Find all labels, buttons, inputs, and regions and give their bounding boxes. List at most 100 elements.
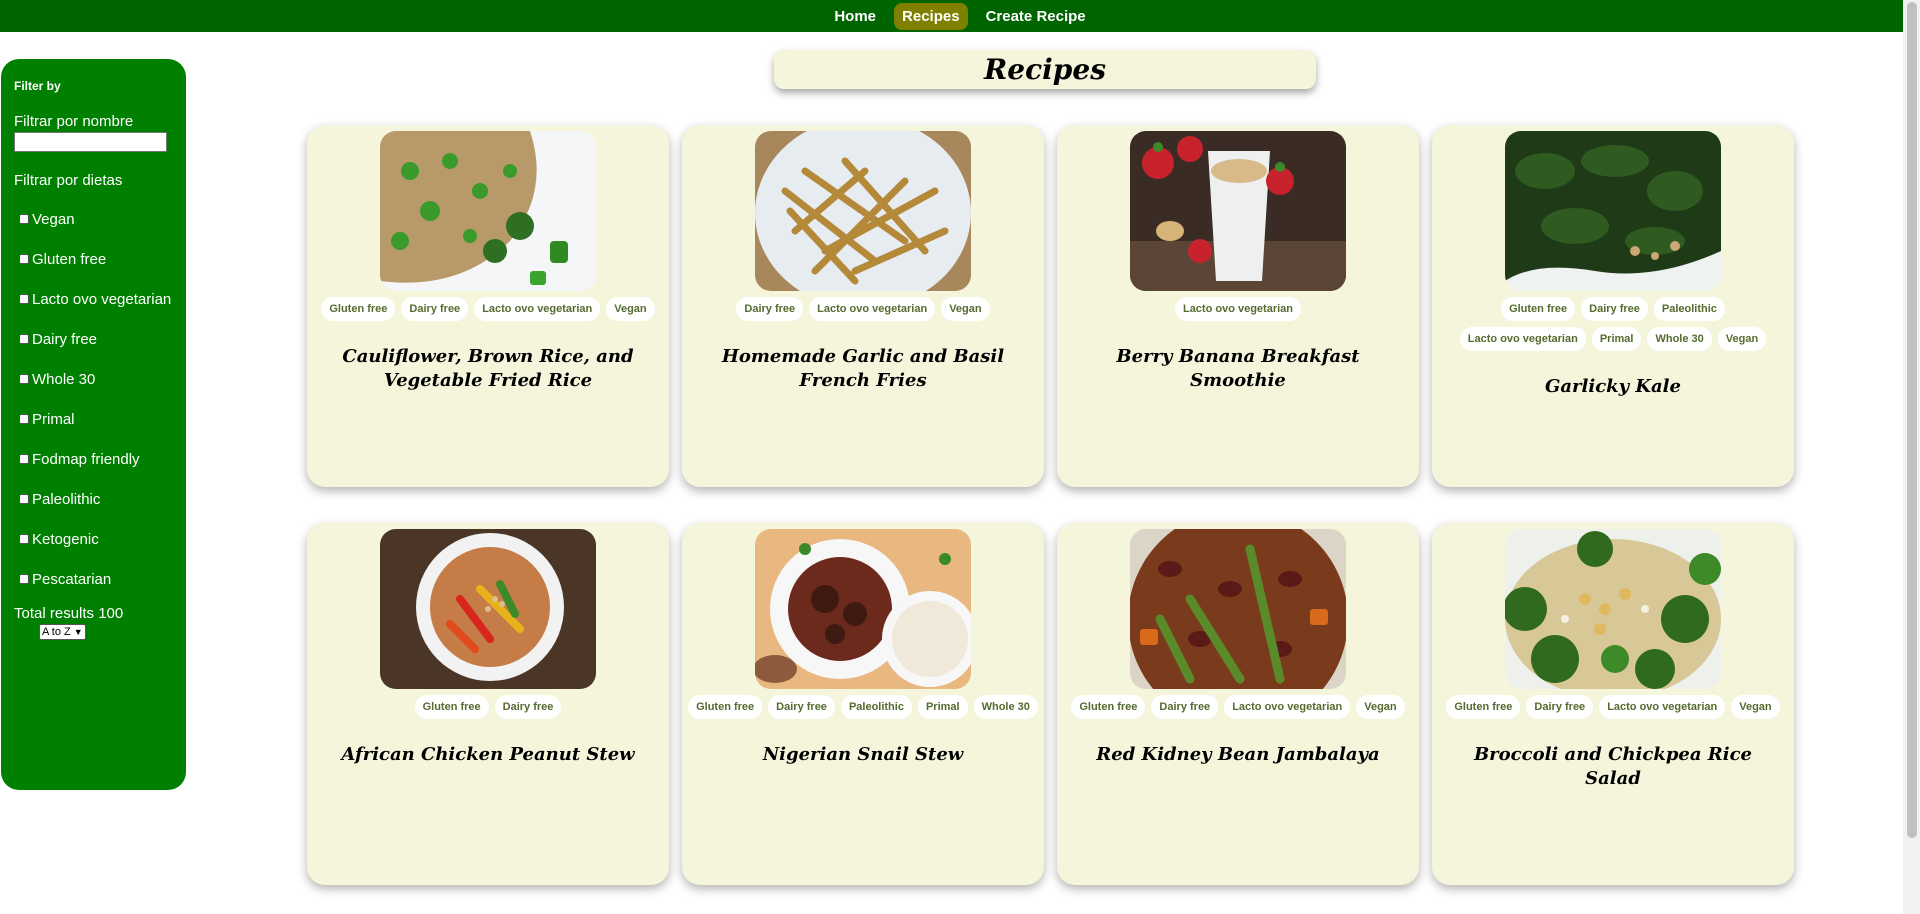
diet-tag: Vegan — [1731, 695, 1780, 719]
nav-create-recipe-link[interactable]: Create Recipe — [978, 3, 1094, 30]
diet-checkbox[interactable] — [19, 334, 29, 344]
diet-tag: Vegan — [606, 297, 655, 321]
recipe-title[interactable]: Cauliflower, Brown Rice, and Vegetable F… — [328, 345, 648, 393]
diet-filter-item[interactable]: Gluten free — [14, 243, 173, 283]
recipe-card[interactable]: Gluten free Dairy free African Chicken Pea… — [307, 523, 669, 885]
diet-filter-label: Primal — [32, 410, 75, 428]
filter-sidebar: Filter by Filtrar por nombre Filtrar por… — [1, 59, 186, 790]
diet-filter-label: Fodmap friendly — [32, 450, 140, 468]
diet-tag: Gluten free — [321, 297, 396, 321]
nav-home-link[interactable]: Home — [826, 3, 884, 30]
page-scrollbar[interactable] — [1903, 0, 1920, 914]
sort-select-value: A to Z — [42, 626, 71, 638]
diet-filter-item[interactable]: Lacto ovo vegetarian — [14, 283, 173, 323]
diet-tag: Dairy free — [1151, 695, 1219, 719]
diet-filter-item[interactable]: Fodmap friendly — [14, 443, 173, 483]
diet-tag: Gluten free — [1446, 695, 1521, 719]
diet-tags: Dairy free Lacto ovo vegetarian Vegan — [688, 297, 1038, 321]
recipe-title[interactable]: Nigerian Snail Stew — [703, 743, 1023, 767]
diet-tags: Gluten free Dairy free Lacto ovo vegetaria… — [1063, 695, 1413, 719]
diet-tag: Lacto ovo vegetarian — [1224, 695, 1351, 719]
diet-tag: Vegan — [941, 297, 990, 321]
diet-tags: Gluten free Dairy free Paleolithic Primal Wh… — [688, 695, 1038, 719]
scrollbar-thumb[interactable] — [1907, 2, 1917, 838]
recipe-title[interactable]: Broccoli and Chickpea Rice Salad — [1453, 743, 1773, 791]
recipe-card[interactable]: Gluten free Dairy free Lacto ovo vegetaria… — [1057, 523, 1419, 885]
diet-tags: Gluten free Dairy free — [313, 695, 663, 719]
diet-filter-label: Dairy free — [32, 330, 98, 348]
diet-tag: Gluten free — [1501, 297, 1576, 321]
recipe-image[interactable] — [1505, 131, 1721, 291]
diet-tag: Gluten free — [1071, 695, 1146, 719]
diet-filter-item[interactable]: Dairy free — [14, 323, 173, 363]
diet-tag: Lacto ovo vegetarian — [809, 297, 936, 321]
recipe-title[interactable]: Homemade Garlic and Basil French Fries — [703, 345, 1023, 393]
diet-tag: Primal — [1591, 327, 1642, 351]
diet-tag: Whole 30 — [1647, 327, 1712, 351]
total-results: Total results 100 — [14, 605, 124, 622]
diet-tag: Vegan — [1717, 327, 1767, 351]
diet-checkbox[interactable] — [19, 494, 29, 504]
name-filter-input[interactable] — [14, 132, 167, 152]
diet-checkbox[interactable] — [19, 294, 29, 304]
diet-filter-item[interactable]: Paleolithic — [14, 483, 173, 523]
recipe-card[interactable]: Gluten free Dairy free Paleolithic Lacto ov… — [1432, 125, 1794, 487]
top-nav: Home Recipes Create Recipe — [0, 0, 1920, 32]
filter-title: Filter by — [14, 79, 61, 93]
diet-tag: Dairy free — [1581, 297, 1648, 321]
recipe-title[interactable]: Red Kidney Bean Jambalaya — [1078, 743, 1398, 767]
diet-filter-label: Ketogenic — [32, 530, 99, 548]
sort-select[interactable]: A to Z ▼ — [39, 624, 86, 640]
recipe-card[interactable]: Lacto ovo vegetarian Berry Banana Breakfa… — [1057, 125, 1419, 487]
diet-tag: Dairy free — [494, 695, 562, 719]
diet-tags: Lacto ovo vegetarian — [1063, 297, 1413, 321]
diet-tags: Gluten free Dairy free Lacto ovo vegetaria… — [313, 297, 663, 321]
diet-filter-item[interactable]: Pescatarian — [14, 563, 173, 603]
name-filter-label: Filtrar por nombre — [14, 113, 134, 130]
diet-checkbox[interactable] — [19, 574, 29, 584]
diet-filter-item[interactable]: Whole 30 — [14, 363, 173, 403]
diet-checkbox[interactable] — [19, 534, 29, 544]
diet-filter-item[interactable]: Vegan — [14, 203, 173, 243]
diet-tag: Gluten free — [414, 695, 489, 719]
recipe-image[interactable] — [380, 529, 596, 689]
recipe-image[interactable] — [1505, 529, 1721, 689]
diet-filter-label: Vegan — [32, 210, 75, 228]
diet-tag: Lacto ovo vegetarian — [1174, 297, 1302, 321]
diet-checkbox[interactable] — [19, 374, 29, 384]
recipe-title[interactable]: Garlicky Kale — [1453, 375, 1773, 399]
diet-tag: Dairy free — [1526, 695, 1594, 719]
diet-tag: Lacto ovo vegetarian — [1599, 695, 1726, 719]
recipe-card[interactable]: Gluten free Dairy free Lacto ovo vegetaria… — [1432, 523, 1794, 885]
nav-recipes-link[interactable]: Recipes — [894, 2, 968, 30]
page-title: Recipes — [774, 50, 1316, 89]
diet-filter-item[interactable]: Primal — [14, 403, 173, 443]
diet-filter-label: Filtrar por dietas — [14, 172, 123, 189]
diet-filter-label: Paleolithic — [32, 490, 101, 508]
recipe-card[interactable]: Gluten free Dairy free Paleolithic Primal Wh… — [682, 523, 1044, 885]
recipe-card[interactable]: Gluten free Dairy free Lacto ovo vegetaria… — [307, 125, 669, 487]
diet-checkbox[interactable] — [19, 454, 29, 464]
recipe-title[interactable]: Berry Banana Breakfast Smoothie — [1078, 345, 1398, 393]
diet-checkbox[interactable] — [19, 254, 29, 264]
recipe-grid: Gluten free Dairy free Lacto ovo vegetaria… — [307, 125, 1794, 885]
diet-checkbox[interactable] — [19, 414, 29, 424]
recipe-card[interactable]: Dairy free Lacto ovo vegetarian Vegan Homem… — [682, 125, 1044, 487]
diet-tag: Whole 30 — [973, 695, 1038, 719]
diet-tag: Paleolithic — [1653, 297, 1725, 321]
recipe-image[interactable] — [380, 131, 596, 291]
diet-tag: Vegan — [1356, 695, 1405, 719]
diet-filter-label: Pescatarian — [32, 570, 112, 588]
recipe-image[interactable] — [755, 131, 971, 291]
recipe-image[interactable] — [755, 529, 971, 689]
recipe-image[interactable] — [1130, 529, 1346, 689]
diet-tag: Gluten free — [688, 695, 763, 719]
recipe-image[interactable] — [1130, 131, 1346, 291]
recipe-title[interactable]: African Chicken Peanut Stew — [328, 743, 648, 767]
diet-filter-item[interactable]: Ketogenic — [14, 523, 173, 563]
diet-tags: Gluten free Dairy free Paleolithic Lacto ov… — [1438, 297, 1788, 351]
diet-filter-label: Whole 30 — [32, 370, 96, 388]
diet-tag: Dairy free — [768, 695, 835, 719]
diet-tag: Dairy free — [401, 297, 469, 321]
diet-checkbox[interactable] — [19, 214, 29, 224]
